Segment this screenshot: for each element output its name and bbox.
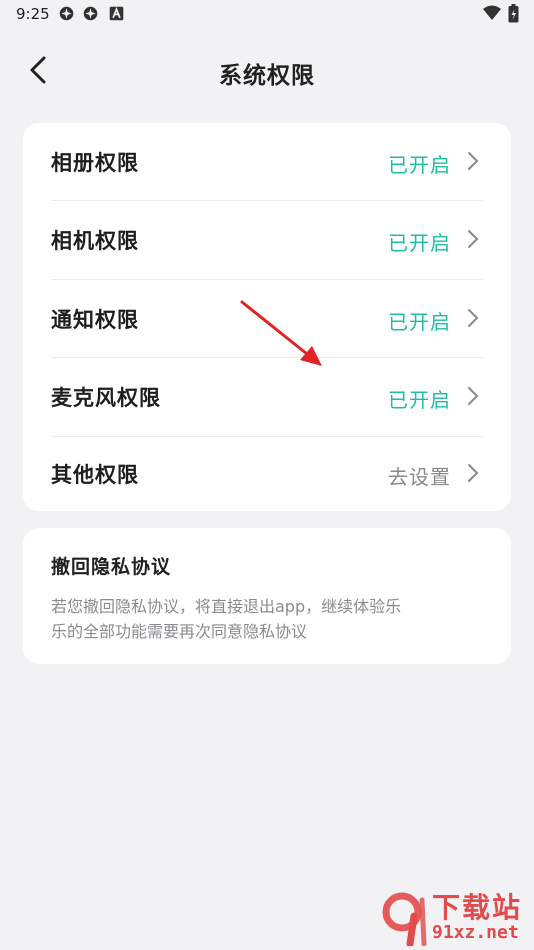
permission-row-album[interactable]: 相册权限 已开启 <box>51 123 483 201</box>
permission-row-other[interactable]: 其他权限 去设置 <box>51 435 483 513</box>
wifi-icon <box>483 5 501 20</box>
permission-label: 其他权限 <box>51 463 139 487</box>
chevron-right-icon <box>468 309 479 327</box>
permission-status: 去设置 <box>388 465 451 489</box>
permission-row-camera[interactable]: 相机权限 已开启 <box>51 201 483 279</box>
revoke-privacy-description: 若您撤回隐私协议，将直接退出app，继续体验乐乐的全部功能需要再次同意隐私协议 <box>51 597 402 641</box>
permission-status: 已开启 <box>388 310 451 334</box>
status-time: 9:25 <box>16 5 50 23</box>
page-title: 系统权限 <box>219 63 315 89</box>
permission-status: 已开启 <box>388 231 451 255</box>
permission-label: 相机权限 <box>51 229 139 253</box>
app-header: 系统权限 <box>0 40 534 100</box>
watermark-text: 下载站 <box>432 891 523 924</box>
chevron-right-icon <box>468 152 479 170</box>
permission-label: 麦克风权限 <box>51 386 161 410</box>
permission-label: 通知权限 <box>51 308 139 332</box>
watermark-logo-icon <box>382 892 427 946</box>
permission-label: 相册权限 <box>51 151 139 175</box>
battery-icon <box>508 4 519 23</box>
revoke-privacy-card[interactable]: 撤回隐私协议 若您撤回隐私协议，将直接退出app，继续体验乐乐的全部功能需要再次… <box>23 528 511 664</box>
watermark-url: 91xz.net <box>432 922 519 943</box>
status-bar: 9:25 <box>0 0 534 28</box>
permission-status: 已开启 <box>388 388 451 412</box>
chevron-right-icon <box>468 230 479 248</box>
revoke-privacy-title: 撤回隐私协议 <box>51 556 172 578</box>
permission-status: 已开启 <box>388 153 451 177</box>
chevron-right-icon <box>468 387 479 405</box>
font-notification-icon <box>109 6 124 21</box>
chevron-right-icon <box>468 464 479 482</box>
app-notification-icon <box>83 6 98 21</box>
watermark: 下载站 91xz.net <box>374 884 534 950</box>
annotation-arrow-icon <box>240 300 322 366</box>
app-notification-icon <box>59 6 74 21</box>
